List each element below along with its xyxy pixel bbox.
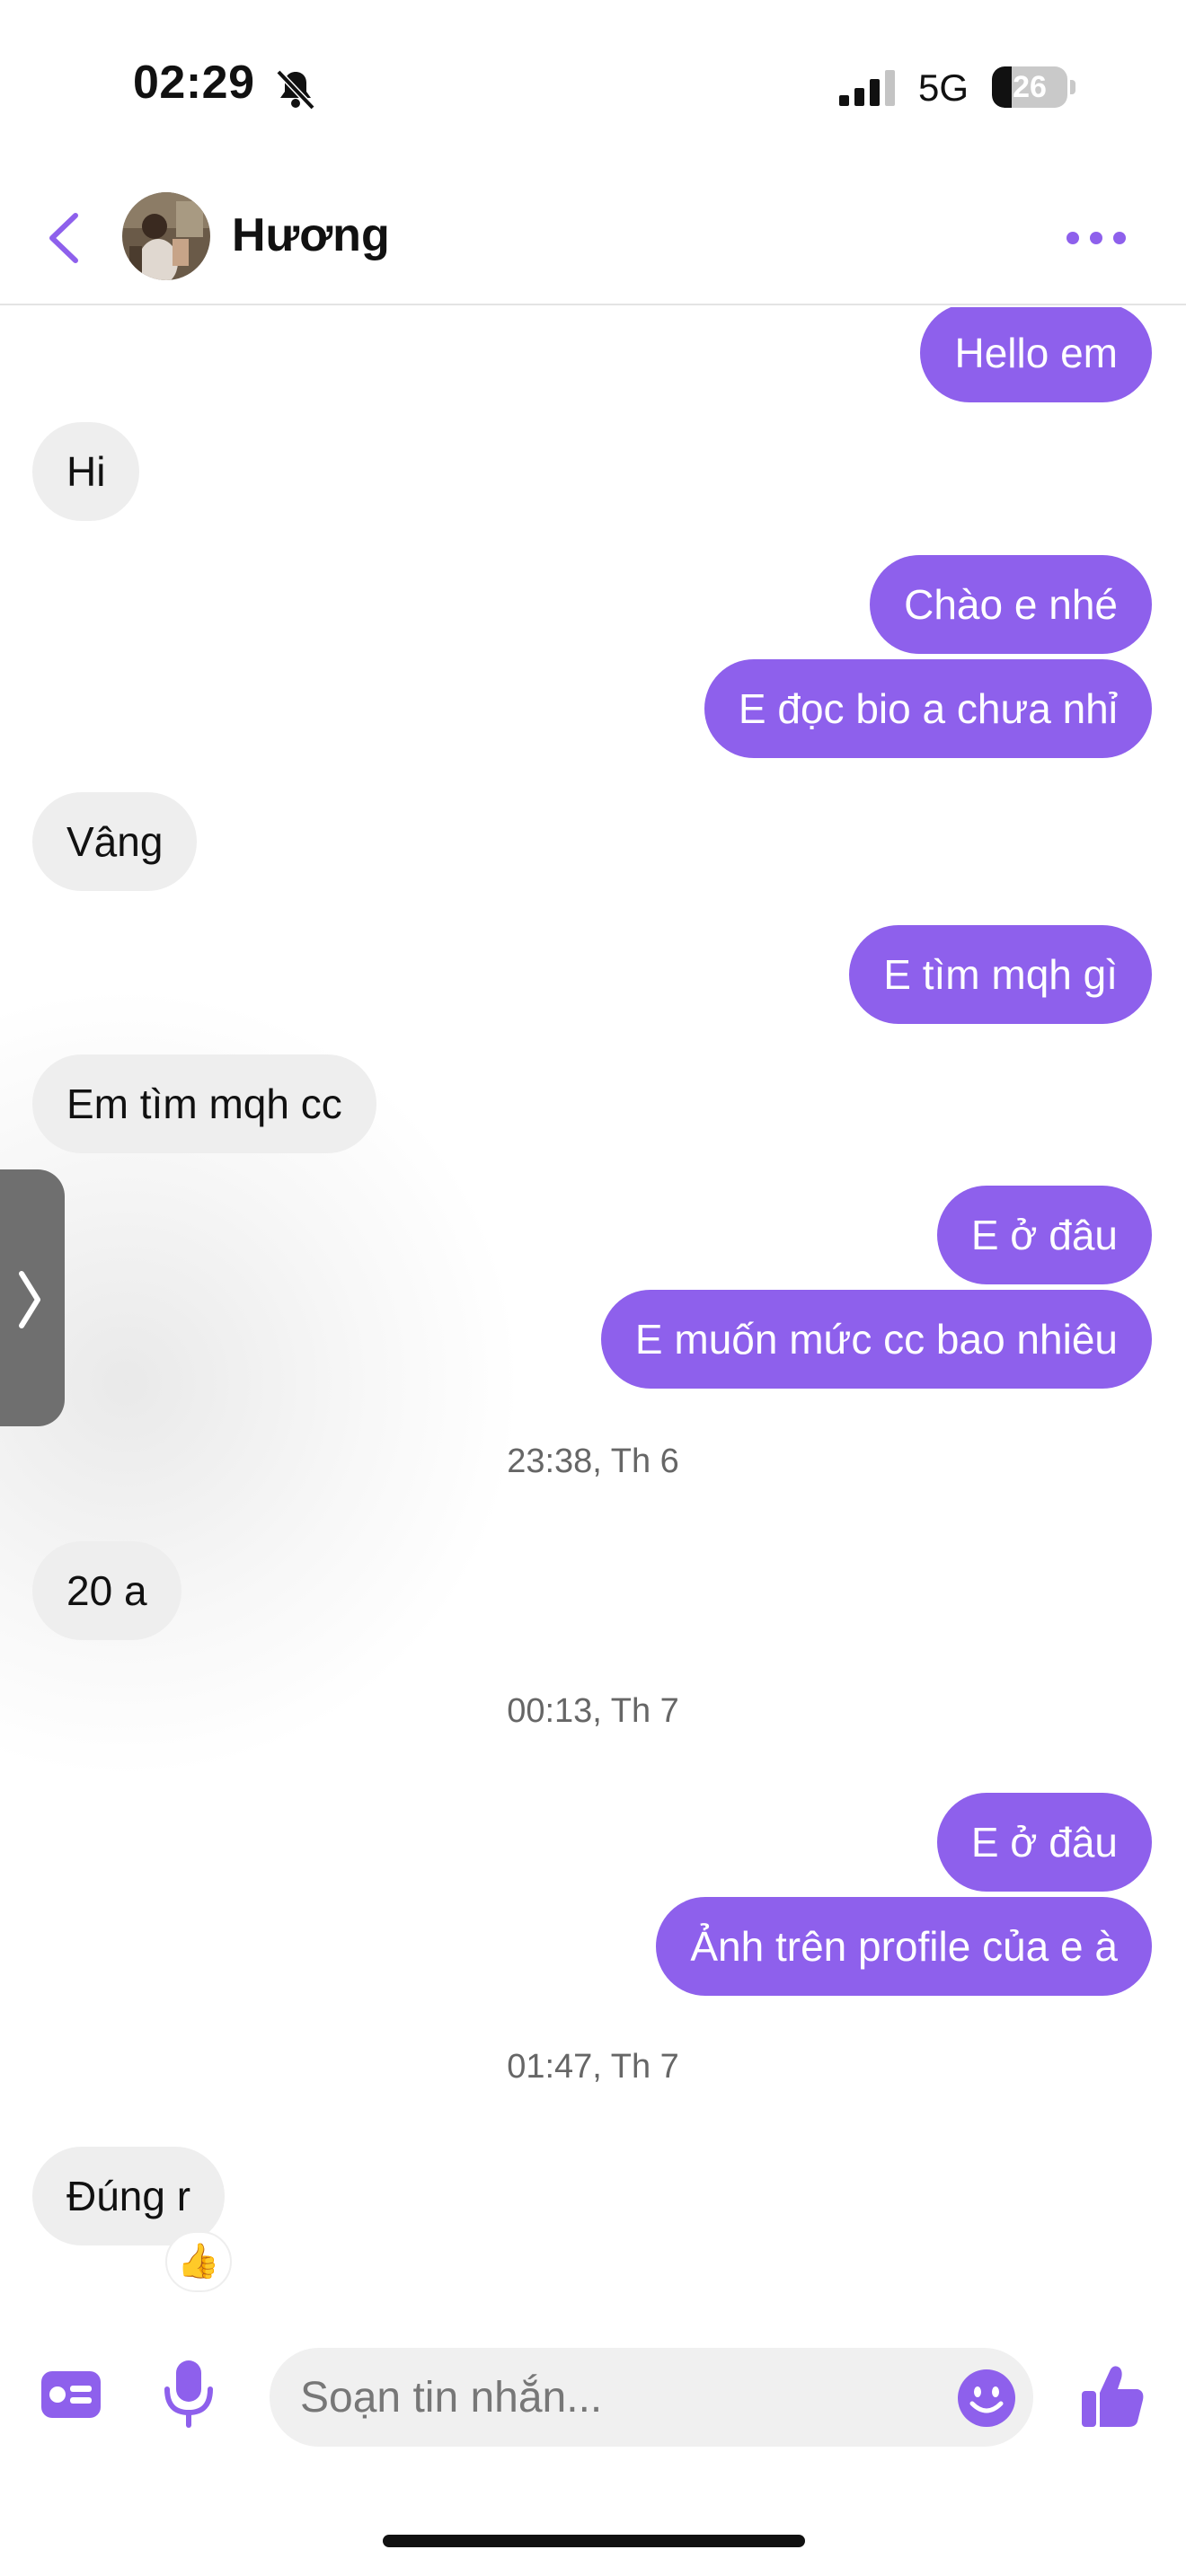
incoming-message[interactable]: Em tìm mqh cc bbox=[32, 1054, 376, 1153]
message-row: Chào e nhé bbox=[870, 555, 1152, 654]
more-horizontal-icon[interactable] bbox=[1060, 217, 1132, 259]
message-input-container bbox=[270, 2348, 1033, 2447]
timestamp: 01:47, Th 7 bbox=[507, 2048, 679, 2086]
message-row: Vâng bbox=[32, 792, 198, 891]
message-list[interactable]: Hello em Hi Chào e nhé E đọc bio a chưa … bbox=[0, 307, 1186, 2319]
network-label: 5G bbox=[918, 66, 969, 109]
outgoing-message[interactable]: E muốn mức cc bao nhiêu bbox=[600, 1290, 1152, 1389]
chevron-right-icon bbox=[19, 1271, 40, 1328]
message-row: E đọc bio a chưa nhỉ bbox=[704, 659, 1152, 758]
outgoing-message[interactable]: E ở đâu bbox=[936, 1186, 1152, 1284]
outgoing-message[interactable]: E ở đâu bbox=[936, 1793, 1152, 1892]
chevron-left-icon[interactable] bbox=[36, 207, 90, 269]
avatar[interactable] bbox=[122, 192, 210, 280]
contact-name[interactable]: Hương bbox=[232, 208, 390, 262]
message-row: E tìm mqh gì bbox=[849, 925, 1152, 1024]
status-time: 02:29 bbox=[133, 57, 255, 109]
bell-slash-icon bbox=[276, 69, 315, 110]
message-row: Hello em bbox=[920, 307, 1152, 402]
message-row: Ảnh trên profile của e à bbox=[656, 1897, 1152, 1996]
outgoing-message[interactable]: E tìm mqh gì bbox=[849, 925, 1152, 1024]
incoming-message[interactable]: Vâng bbox=[32, 792, 198, 891]
drawer-handle[interactable] bbox=[0, 1169, 65, 1426]
battery-icon: 26 bbox=[992, 66, 1075, 108]
message-row: E ở đâu bbox=[936, 1186, 1152, 1284]
home-indicator[interactable] bbox=[383, 2535, 805, 2547]
signal-bars-icon bbox=[839, 70, 895, 106]
message-input[interactable] bbox=[300, 2372, 911, 2422]
timestamp: 23:38, Th 6 bbox=[507, 1442, 679, 1480]
message-row: E ở đâu bbox=[936, 1793, 1152, 1892]
outgoing-message[interactable]: Hello em bbox=[920, 307, 1152, 402]
incoming-message[interactable]: 20 a bbox=[32, 1541, 181, 1640]
chat-header: Hương bbox=[0, 171, 1186, 305]
thumbs-up-reaction: 👍 bbox=[177, 2243, 220, 2280]
emoji-icon[interactable] bbox=[956, 2368, 1017, 2429]
message-row: Em tìm mqh cc bbox=[32, 1054, 376, 1153]
message-row: E muốn mức cc bao nhiêu bbox=[600, 1290, 1152, 1389]
status-bar: 02:29 5G 26 bbox=[0, 0, 1186, 171]
composer-bar bbox=[0, 2335, 1186, 2452]
chat-screen: 02:29 5G 26 Hương Hello em Hi Chào e nhé… bbox=[0, 0, 1186, 2576]
battery-percent: 26 bbox=[1013, 70, 1047, 104]
message-row: 20 a bbox=[32, 1541, 181, 1640]
outgoing-message[interactable]: Chào e nhé bbox=[870, 555, 1152, 654]
message-row: Hi bbox=[32, 422, 140, 521]
outgoing-message[interactable]: Ảnh trên profile của e à bbox=[656, 1897, 1152, 1996]
id-card-icon[interactable] bbox=[40, 2369, 102, 2420]
incoming-message[interactable]: Hi bbox=[32, 422, 140, 521]
reaction-badge[interactable]: 👍 bbox=[165, 2231, 232, 2292]
microphone-icon[interactable] bbox=[160, 2359, 217, 2430]
thumbs-up-icon[interactable] bbox=[1078, 2362, 1146, 2430]
timestamp: 00:13, Th 7 bbox=[507, 1692, 679, 1730]
outgoing-message[interactable]: E đọc bio a chưa nhỉ bbox=[704, 659, 1152, 758]
